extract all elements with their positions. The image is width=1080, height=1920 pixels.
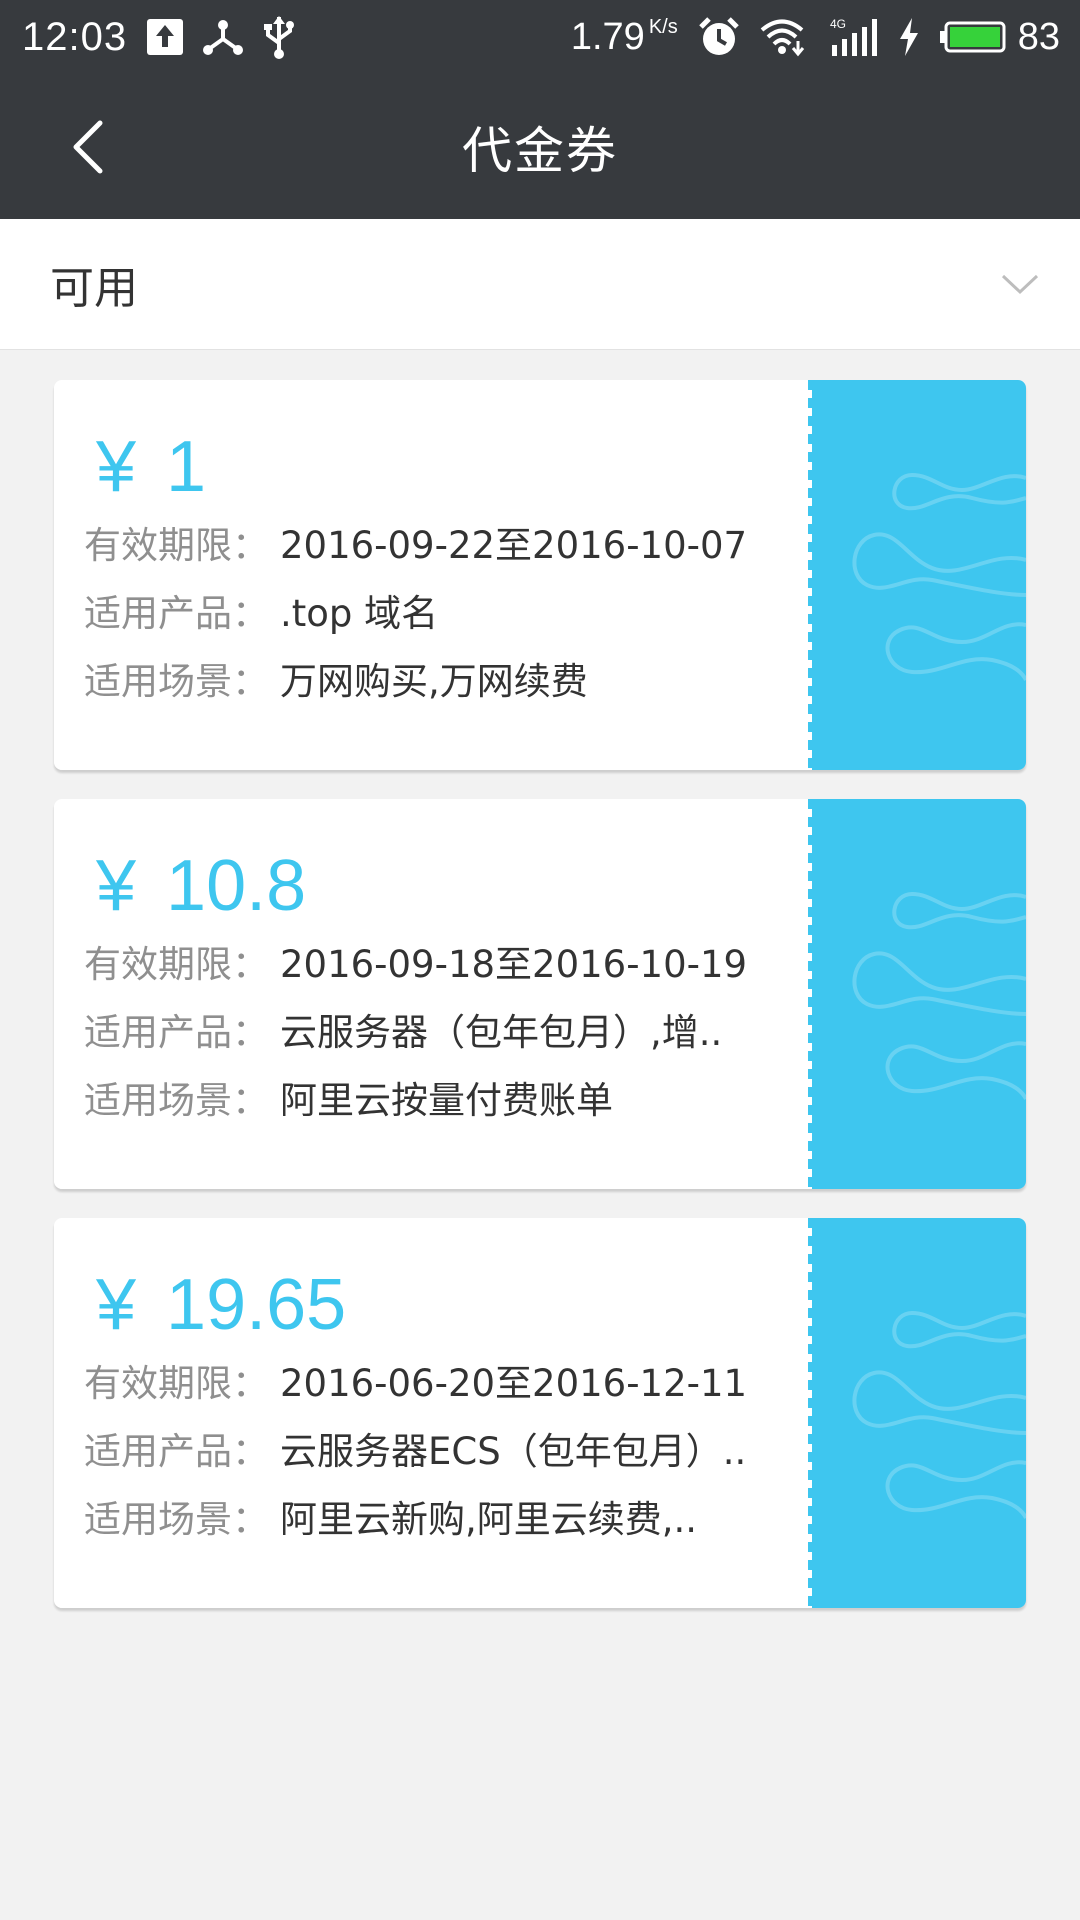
product-row: 适用产品： 云服务器ECS（包年包月）.. (84, 1418, 812, 1486)
product-value: 云服务器（包年包月）,增.. (280, 1011, 723, 1054)
svg-text:4G: 4G (830, 17, 846, 31)
coupon-details: ¥19.65 有效期限： 2016-06-20至2016-12-11 适用产品：… (54, 1218, 812, 1608)
scene-value: 阿里云按量付费账单 (280, 1079, 613, 1122)
coupon-stub (812, 799, 1026, 1189)
status-time: 12:03 (22, 14, 128, 59)
usb-tether-icon (203, 19, 244, 55)
amount-value: 19.65 (166, 1265, 347, 1345)
coupon-stub (812, 380, 1026, 770)
validity-row: 有效期限： 2016-06-20至2016-12-11 (84, 1350, 812, 1418)
coupon-amount: ¥19.65 (96, 1260, 812, 1350)
validity-value: 2016-06-20至2016-12-11 (280, 1362, 748, 1405)
app-header: 代金券 (0, 74, 1080, 219)
coupon-amount: ¥1 (96, 422, 812, 512)
back-button[interactable] (48, 104, 128, 189)
scene-row: 适用场景： 万网购买,万网续费 (84, 648, 812, 716)
product-row: 适用产品： .top 域名 (84, 580, 812, 648)
product-label: 适用产品： (84, 1430, 269, 1473)
scene-row: 适用场景： 阿里云按量付费账单 (84, 1067, 812, 1135)
scene-value: 万网购买,万网续费 (280, 660, 588, 703)
product-label: 适用产品： (84, 592, 269, 635)
currency-symbol: ¥ (96, 846, 137, 926)
cloud-pattern-icon (852, 472, 1026, 682)
coupon-details: ¥10.8 有效期限： 2016-09-18至2016-10-19 适用产品： … (54, 799, 812, 1189)
product-label: 适用产品： (84, 1011, 269, 1054)
chevron-left-icon (73, 120, 103, 173)
battery-icon (939, 21, 1006, 53)
coupon-details: ¥1 有效期限： 2016-09-22至2016-10-07 适用产品： .to… (54, 380, 812, 770)
coupon-card[interactable]: ¥19.65 有效期限： 2016-06-20至2016-12-11 适用产品：… (54, 1218, 1026, 1608)
amount-value: 10.8 (166, 846, 307, 926)
currency-symbol: ¥ (96, 427, 137, 507)
scene-label: 适用场景： (84, 1079, 269, 1122)
signal-4g-icon: 4G (828, 17, 878, 57)
validity-row: 有效期限： 2016-09-22至2016-10-07 (84, 512, 812, 580)
currency-symbol: ¥ (96, 1265, 137, 1345)
alarm-icon (698, 16, 740, 58)
coupon-card[interactable]: ¥1 有效期限： 2016-09-22至2016-10-07 适用产品： .to… (54, 380, 1026, 770)
network-speed-unit: K/s (648, 15, 678, 38)
coupon-stub (812, 1218, 1026, 1608)
charging-icon (898, 18, 920, 56)
validity-label: 有效期限： (84, 1362, 269, 1405)
scene-label: 适用场景： (84, 660, 269, 703)
scene-value: 阿里云新购,阿里云续费,.. (280, 1498, 698, 1541)
wifi-icon (760, 17, 808, 57)
coupon-amount: ¥10.8 (96, 841, 812, 931)
usb-icon (263, 15, 295, 59)
scene-label: 适用场景： (84, 1498, 269, 1541)
network-speed-value: 1.79 (570, 15, 645, 58)
validity-label: 有效期限： (84, 943, 269, 986)
status-bar: 12:03 1.79 K/s 4G 83 (0, 0, 1080, 74)
cloud-pattern-icon (852, 1310, 1026, 1520)
chevron-down-icon (1000, 272, 1040, 296)
validity-label: 有效期限： (84, 524, 269, 567)
battery-percentage: 83 (1017, 15, 1060, 58)
product-value: 云服务器ECS（包年包月）.. (280, 1430, 747, 1473)
amount-value: 1 (166, 427, 207, 507)
validity-row: 有效期限： 2016-09-18至2016-10-19 (84, 931, 812, 999)
upload-icon (147, 19, 184, 55)
filter-selected-value: 可用 (50, 263, 138, 314)
validity-value: 2016-09-22至2016-10-07 (280, 524, 748, 567)
status-bar-left: 12:03 (22, 15, 295, 60)
coupon-list: ¥1 有效期限： 2016-09-22至2016-10-07 适用产品： .to… (54, 380, 1026, 1637)
validity-value: 2016-09-18至2016-10-19 (280, 943, 748, 986)
scene-row: 适用场景： 阿里云新购,阿里云续费,.. (84, 1486, 812, 1554)
status-filter-dropdown[interactable]: 可用 (0, 219, 1080, 350)
page-title: 代金券 (462, 121, 618, 180)
cloud-pattern-icon (852, 891, 1026, 1101)
network-speed: 1.79 K/s (571, 16, 678, 59)
product-value: .top 域名 (280, 592, 439, 635)
product-row: 适用产品： 云服务器（包年包月）,增.. (84, 999, 812, 1067)
status-bar-right: 1.79 K/s 4G 83 (571, 16, 1060, 59)
coupon-card[interactable]: ¥10.8 有效期限： 2016-09-18至2016-10-19 适用产品： … (54, 799, 1026, 1189)
